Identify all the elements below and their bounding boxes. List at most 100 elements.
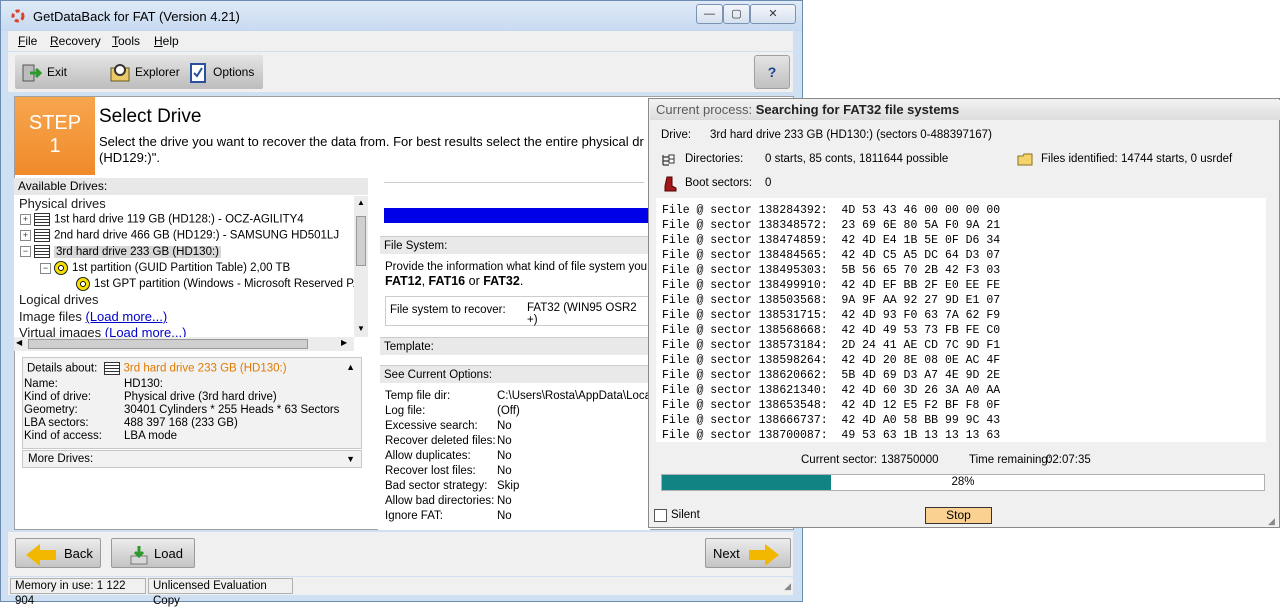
detail-label: LBA sectors: — [24, 417, 89, 429]
logical-drives-group[interactable]: Logical drives — [19, 292, 99, 307]
log-line: File @ sector 138474859: 42 4D E4 1B 5E … — [662, 234, 1001, 247]
log-line: File @ sector 138666737: 42 4D A0 58 BB … — [662, 414, 1001, 427]
expand-icon[interactable]: + — [20, 230, 31, 241]
blue-progress-strip — [384, 208, 650, 223]
help-button[interactable]: ? — [754, 55, 790, 89]
option-label: Allow duplicates: — [385, 450, 471, 462]
collapse-icon[interactable]: − — [20, 246, 31, 257]
scroll-left-icon[interactable]: ◀ — [16, 338, 22, 347]
exit-label: Exit — [47, 65, 68, 79]
load-icon — [130, 545, 148, 565]
step-description: Select the drive you want to recover the… — [99, 134, 659, 166]
fat12-label: FAT12 — [385, 274, 422, 288]
recover-fs-select[interactable]: FAT32 (WIN95 OSR2 +) — [527, 302, 649, 326]
app-icon — [11, 9, 25, 23]
progress-bar: 28% — [661, 474, 1265, 491]
hard-drive-icon — [34, 213, 50, 226]
stop-button[interactable]: Stop — [925, 507, 992, 524]
option-value: No — [497, 495, 512, 507]
back-label: Back — [64, 546, 93, 561]
log-line: File @ sector 138503568: 9A 9F AA 92 27 … — [662, 294, 1001, 307]
recover-fs-field: File system to recover: FAT32 (WIN95 OSR… — [385, 296, 650, 326]
log-line: File @ sector 138568668: 42 4D 49 53 73 … — [662, 324, 1001, 337]
template-header[interactable]: Template: — [380, 337, 650, 355]
virtual-images-group[interactable]: Virtual images (Load more...) — [19, 325, 186, 337]
option-label: Recover deleted files: — [385, 435, 496, 447]
expand-icon[interactable]: + — [20, 214, 31, 225]
drive-value: 3rd hard drive 233 GB (HD130:) (sectors … — [710, 129, 992, 141]
current-options-header[interactable]: See Current Options: — [380, 365, 650, 383]
load-button[interactable]: Load — [111, 538, 195, 568]
available-drives-label: Available Drives: — [14, 178, 368, 195]
horizontal-scroll-thumb[interactable] — [28, 339, 308, 349]
partition-item[interactable]: − 1st partition (GUID Partition Table) 2,… — [40, 261, 290, 275]
file-system-header[interactable]: File System: — [380, 236, 650, 254]
more-drives-label: More Drives: — [28, 453, 94, 465]
window-title: GetDataBack for FAT (Version 4.21) — [33, 9, 240, 24]
physical-drives-group[interactable]: Physical drives — [19, 196, 106, 211]
folder-icon — [1017, 153, 1033, 166]
drive-item-1[interactable]: +1st hard drive 119 GB (HD128:) - OCZ-AG… — [20, 213, 304, 226]
resize-grip-icon[interactable]: ◢ — [1268, 516, 1275, 527]
arrow-right-icon — [764, 543, 779, 566]
file-system-description: Provide the information what kind of fil… — [385, 261, 673, 273]
tree-vertical-scrollbar[interactable]: ▲ ▼ — [354, 196, 368, 337]
back-button[interactable]: Back — [15, 538, 101, 568]
tree-horizontal-scrollbar[interactable]: ◀ ▶ — [14, 337, 354, 351]
progress-percent: 28% — [951, 476, 975, 488]
directories-icon — [662, 154, 675, 166]
collapse-icon[interactable]: − — [40, 262, 51, 274]
chevron-down-icon[interactable]: ▼ — [346, 451, 355, 467]
drive-item-3-selected[interactable]: − 3rd hard drive 233 GB (HD130:) — [20, 245, 221, 258]
scroll-right-icon[interactable]: ▶ — [341, 338, 347, 347]
scroll-down-icon[interactable]: ▼ — [355, 324, 367, 334]
drive-label: Drive: — [661, 129, 692, 141]
process-title-bar: Current process: Searching for FAT32 fil… — [650, 100, 1280, 120]
gpt-partition-item[interactable]: 1st GPT partition (Windows - Microsoft R… — [76, 277, 362, 291]
gpt-partition-label: 1st GPT partition (Windows - Microsoft R… — [94, 278, 362, 291]
log-line: File @ sector 138700087: 49 53 63 1B 13 … — [662, 429, 1001, 442]
collapse-chevron-icon[interactable]: ▲ — [346, 362, 355, 372]
image-files-group[interactable]: Image files (Load more...) — [19, 309, 167, 324]
scroll-thumb[interactable] — [356, 216, 366, 266]
minimize-button[interactable]: — — [696, 4, 723, 24]
menu-tools[interactable]: Tools — [112, 34, 140, 48]
detail-value: 488 397 168 (233 GB) — [124, 417, 238, 429]
details-header: Details about: 3rd hard drive 233 GB (HD… — [27, 362, 287, 375]
more-drives-expander[interactable]: More Drives: ▼ — [22, 450, 362, 468]
toolbar-group: Exit Explorer Options — [15, 55, 263, 89]
or-label: or — [468, 274, 480, 288]
time-remaining-value: 02:07:35 — [1046, 454, 1091, 466]
fat32-label: FAT32 — [483, 274, 520, 288]
detail-label: Name: — [24, 378, 58, 390]
resize-grip-icon[interactable]: ◢ — [784, 581, 791, 592]
files-identified-value: 14744 starts, 0 usrdef — [1121, 153, 1233, 165]
drive-item-2[interactable]: +2nd hard drive 466 GB (HD129:) - SAMSUN… — [20, 229, 339, 242]
explorer-button[interactable]: Explorer — [109, 59, 180, 85]
step-description-line1: Select the drive you want to recover the… — [99, 134, 644, 149]
virtual-images-load-link[interactable]: (Load more...) — [105, 325, 187, 337]
maximize-button[interactable]: ▢ — [723, 4, 750, 24]
menu-help[interactable]: Help — [154, 34, 179, 48]
log-line: File @ sector 138284392: 4D 53 43 46 00 … — [662, 204, 1001, 217]
drive-item-label: 3rd hard drive 233 GB (HD130:) — [54, 245, 221, 258]
close-button[interactable]: ✕ — [750, 4, 796, 24]
exit-button[interactable]: Exit — [21, 59, 67, 85]
next-button[interactable]: Next — [705, 538, 791, 568]
boot-sectors-label: Boot sectors: — [685, 177, 753, 189]
menu-recovery[interactable]: Recovery — [50, 34, 101, 48]
image-files-label: Image files — [19, 309, 82, 324]
details-selected-drive: 3rd hard drive 233 GB (HD130:) — [123, 362, 287, 375]
menu-file[interactable]: File — [18, 34, 37, 48]
scroll-up-icon[interactable]: ▲ — [355, 198, 367, 208]
virtual-images-label: Virtual images — [19, 325, 102, 337]
image-files-load-link[interactable]: (Load more...) — [86, 309, 168, 324]
detail-value: 30401 Cylinders * 255 Heads * 63 Sectors — [124, 404, 340, 416]
silent-checkbox[interactable] — [654, 509, 667, 522]
drive-item-label: 2nd hard drive 466 GB (HD129:) - SAMSUNG… — [54, 229, 340, 242]
detail-label: Geometry: — [24, 404, 78, 416]
drive-tree[interactable]: Physical drives +1st hard drive 119 GB (… — [14, 195, 368, 337]
options-button[interactable]: Options — [187, 59, 254, 85]
log-line: File @ sector 138573184: 2D 24 41 AE CD … — [662, 339, 1001, 352]
memory-status: Memory in use: 1 122 904 — [10, 578, 146, 607]
